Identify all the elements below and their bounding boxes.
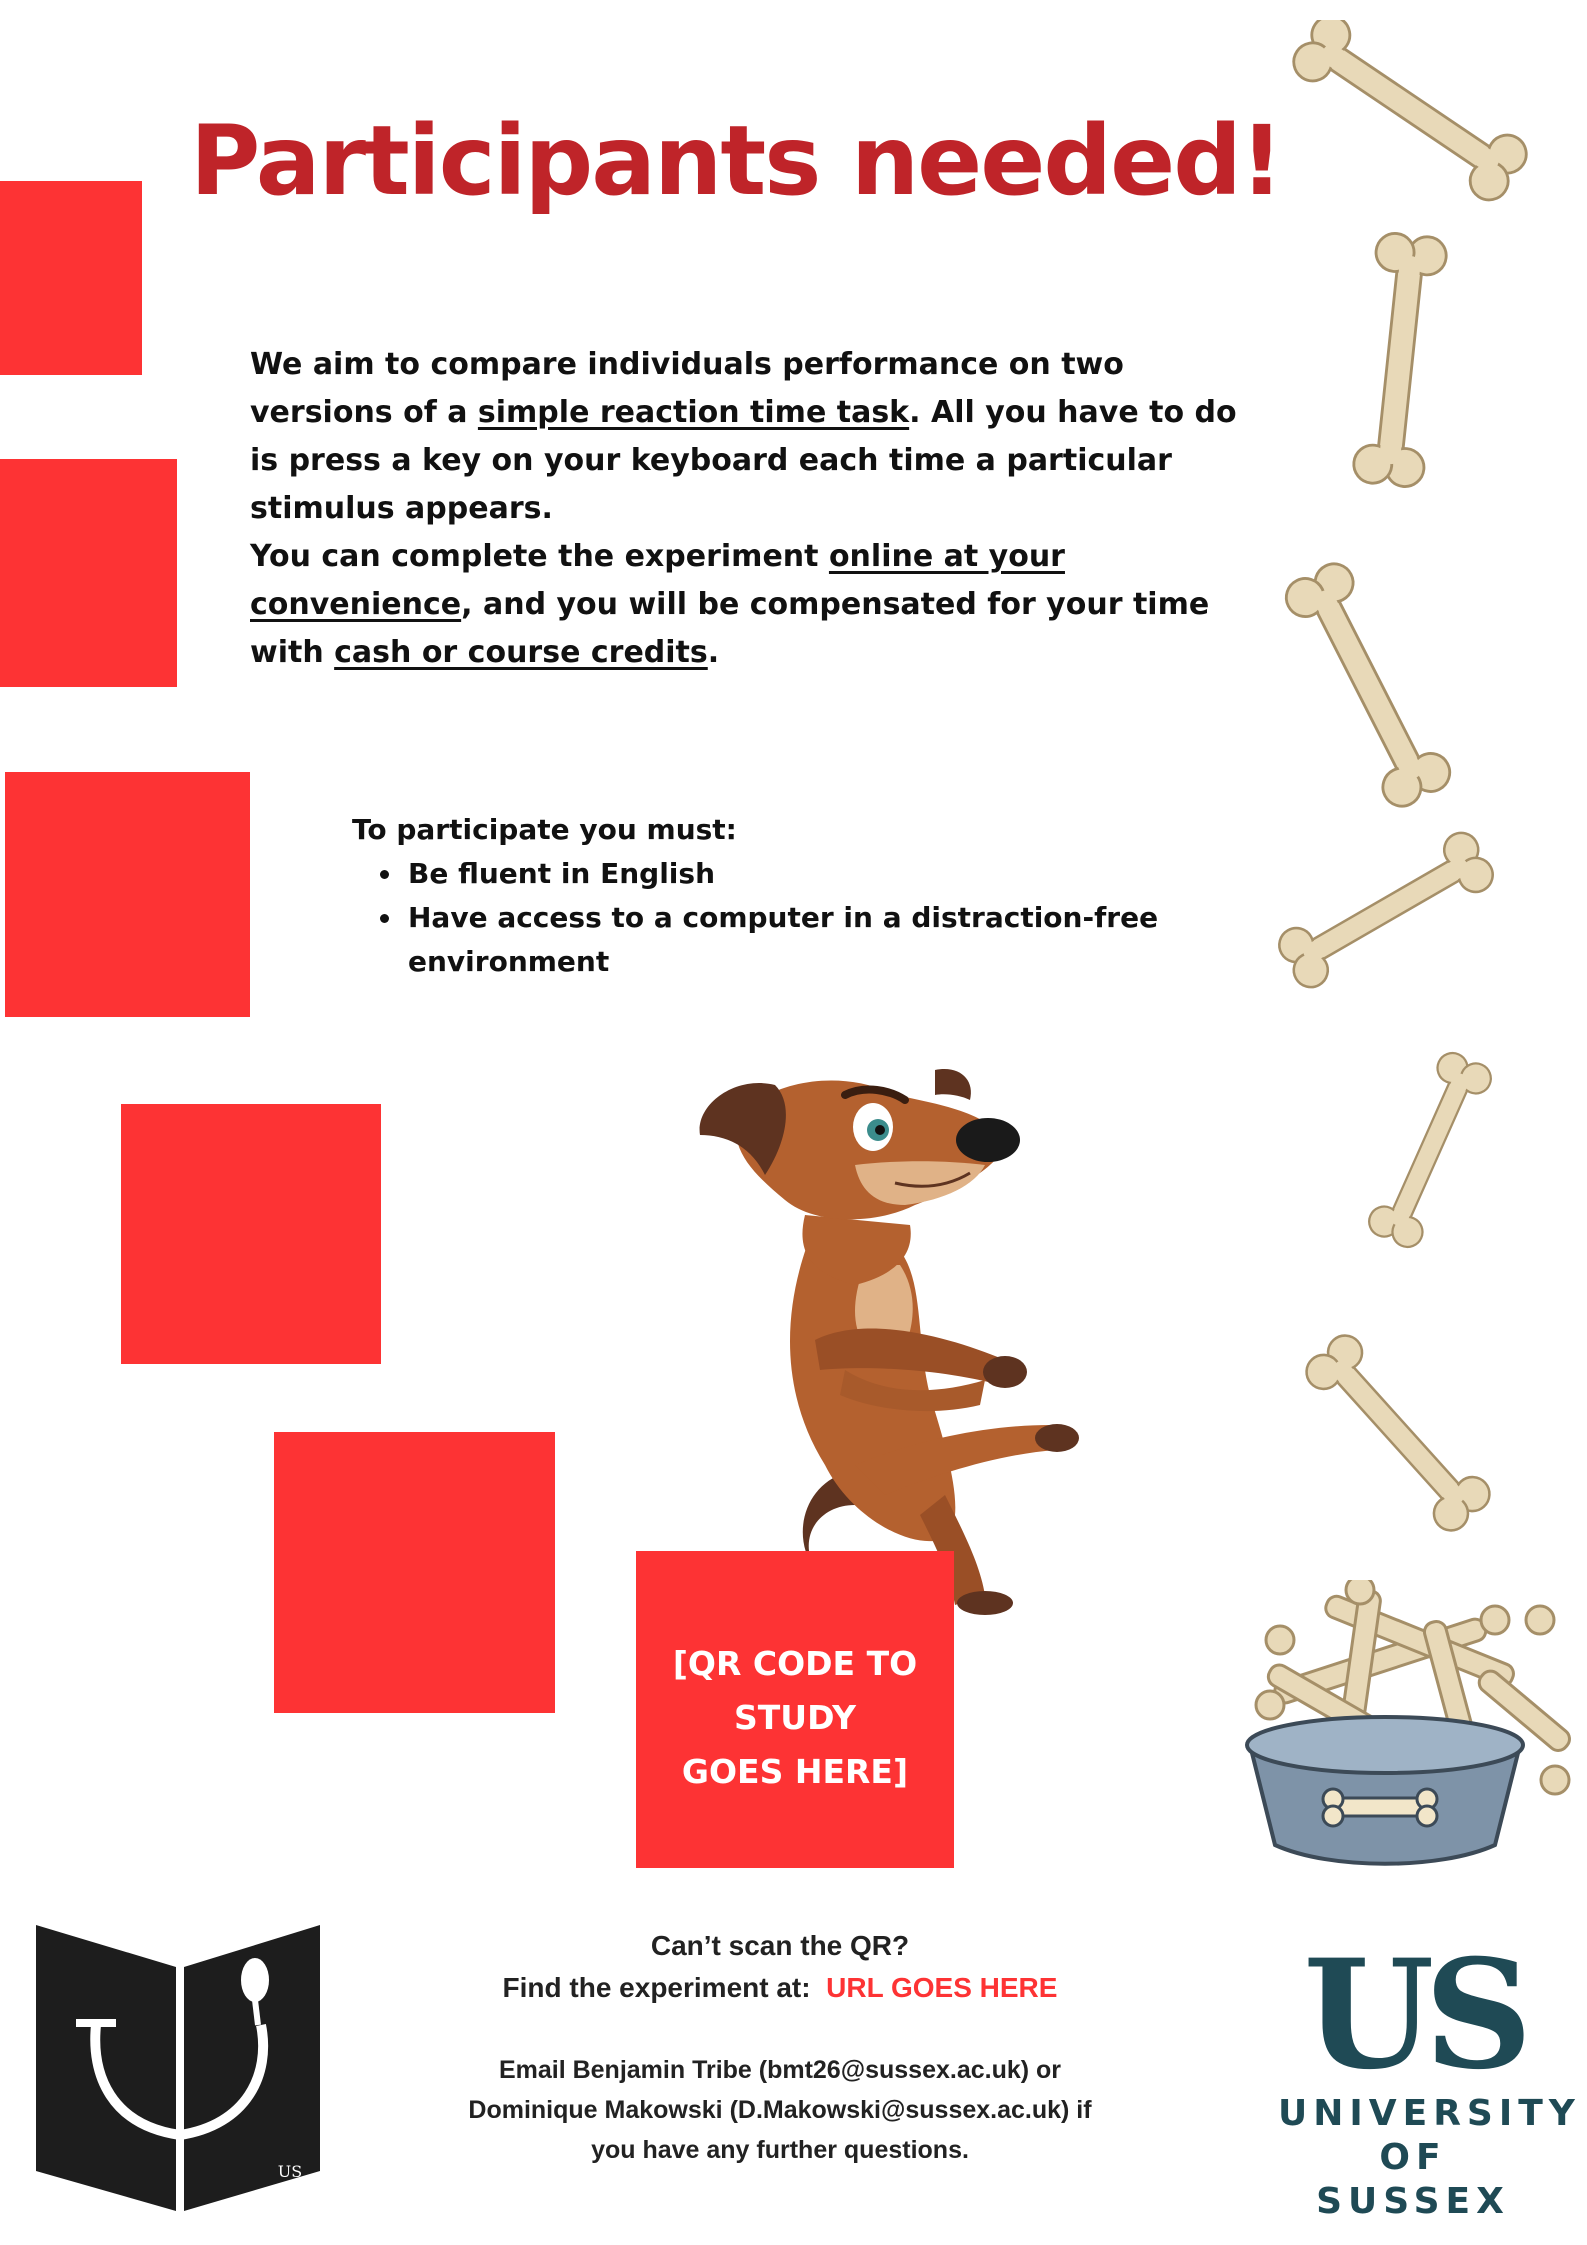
decor-square-2 <box>0 459 177 687</box>
find-experiment-line: Find the experiment at: URL GOES HERE <box>400 1967 1160 2009</box>
dog-illustration <box>699 1069 1079 1615</box>
bones-column <box>1271 20 1536 1539</box>
qr-placeholder-line: GOES HERE] <box>681 1752 909 1791</box>
requirements-heading: To participate you must: <box>352 813 737 846</box>
compensation-text: . <box>707 635 720 670</box>
requirements-list: Be fluent in English Have access to a co… <box>352 852 1172 984</box>
find-experiment-label: Find the experiment at: <box>502 1972 811 2003</box>
intro-paragraph: We aim to compare individuals performanc… <box>250 341 1260 533</box>
experiment-url[interactable]: URL GOES HERE <box>826 1972 1057 2003</box>
contact-line: you have any further questions. <box>591 2136 969 2164</box>
bone-icon <box>1298 1327 1498 1539</box>
sussex-logo-line: OF SUSSEX <box>1316 2137 1510 2222</box>
requirement-item: Be fluent in English <box>404 852 1172 896</box>
bone-icon <box>1350 230 1450 490</box>
contact-line: Email Benjamin Tribe (bmt26@sussex.ac.uk… <box>498 2056 1062 2084</box>
footer-contact: Email Benjamin Tribe (bmt26@sussex.ac.uk… <box>400 2050 1160 2170</box>
psi-logo: US <box>36 1925 320 2211</box>
compensation-link-credits: cash or course credits <box>334 635 708 670</box>
decor-square-4 <box>121 1104 381 1364</box>
decor-square-5 <box>274 1432 555 1713</box>
bone-icon <box>1284 20 1536 209</box>
footer-qr-fallback: Can’t scan the QR? Find the experiment a… <box>400 1925 1160 2009</box>
bone-icon <box>1278 555 1458 815</box>
decor-square-3 <box>5 772 250 1017</box>
compensation-paragraph: You can complete the experiment online a… <box>250 533 1260 677</box>
sussex-logo-monogram: US <box>1303 1927 1532 2103</box>
qr-placeholder-line: STUDY <box>734 1698 856 1737</box>
intro-link-task: simple reaction time task <box>477 395 910 430</box>
bone-icon <box>1363 1047 1497 1253</box>
bone-icon <box>1271 825 1501 995</box>
decor-square-1 <box>0 181 142 375</box>
cant-scan-text: Can’t scan the QR? <box>650 1930 910 1961</box>
qr-placeholder-line: [QR CODE TO <box>672 1644 918 1683</box>
psi-logo-text: US <box>278 2162 302 2181</box>
requirements-block: To participate you must: Be fluent in En… <box>352 808 1172 984</box>
compensation-text: You can complete the experiment <box>250 539 829 574</box>
sussex-logo-line: UNIVERSITY <box>1278 2093 1581 2134</box>
page-title: Participants needed! <box>190 105 1284 217</box>
contact-line: Dominique Makowski (D.Makowski@sussex.ac… <box>468 2096 1092 2124</box>
sussex-logo-wordmark: UNIVERSITY OF SUSSEX <box>1278 2092 1581 2224</box>
requirement-item: Have access to a computer in a distracti… <box>404 896 1172 984</box>
bone-bowl-illustration <box>1245 1580 1571 1866</box>
qr-code-placeholder: [QR CODE TO STUDY GOES HERE] <box>636 1551 954 1868</box>
